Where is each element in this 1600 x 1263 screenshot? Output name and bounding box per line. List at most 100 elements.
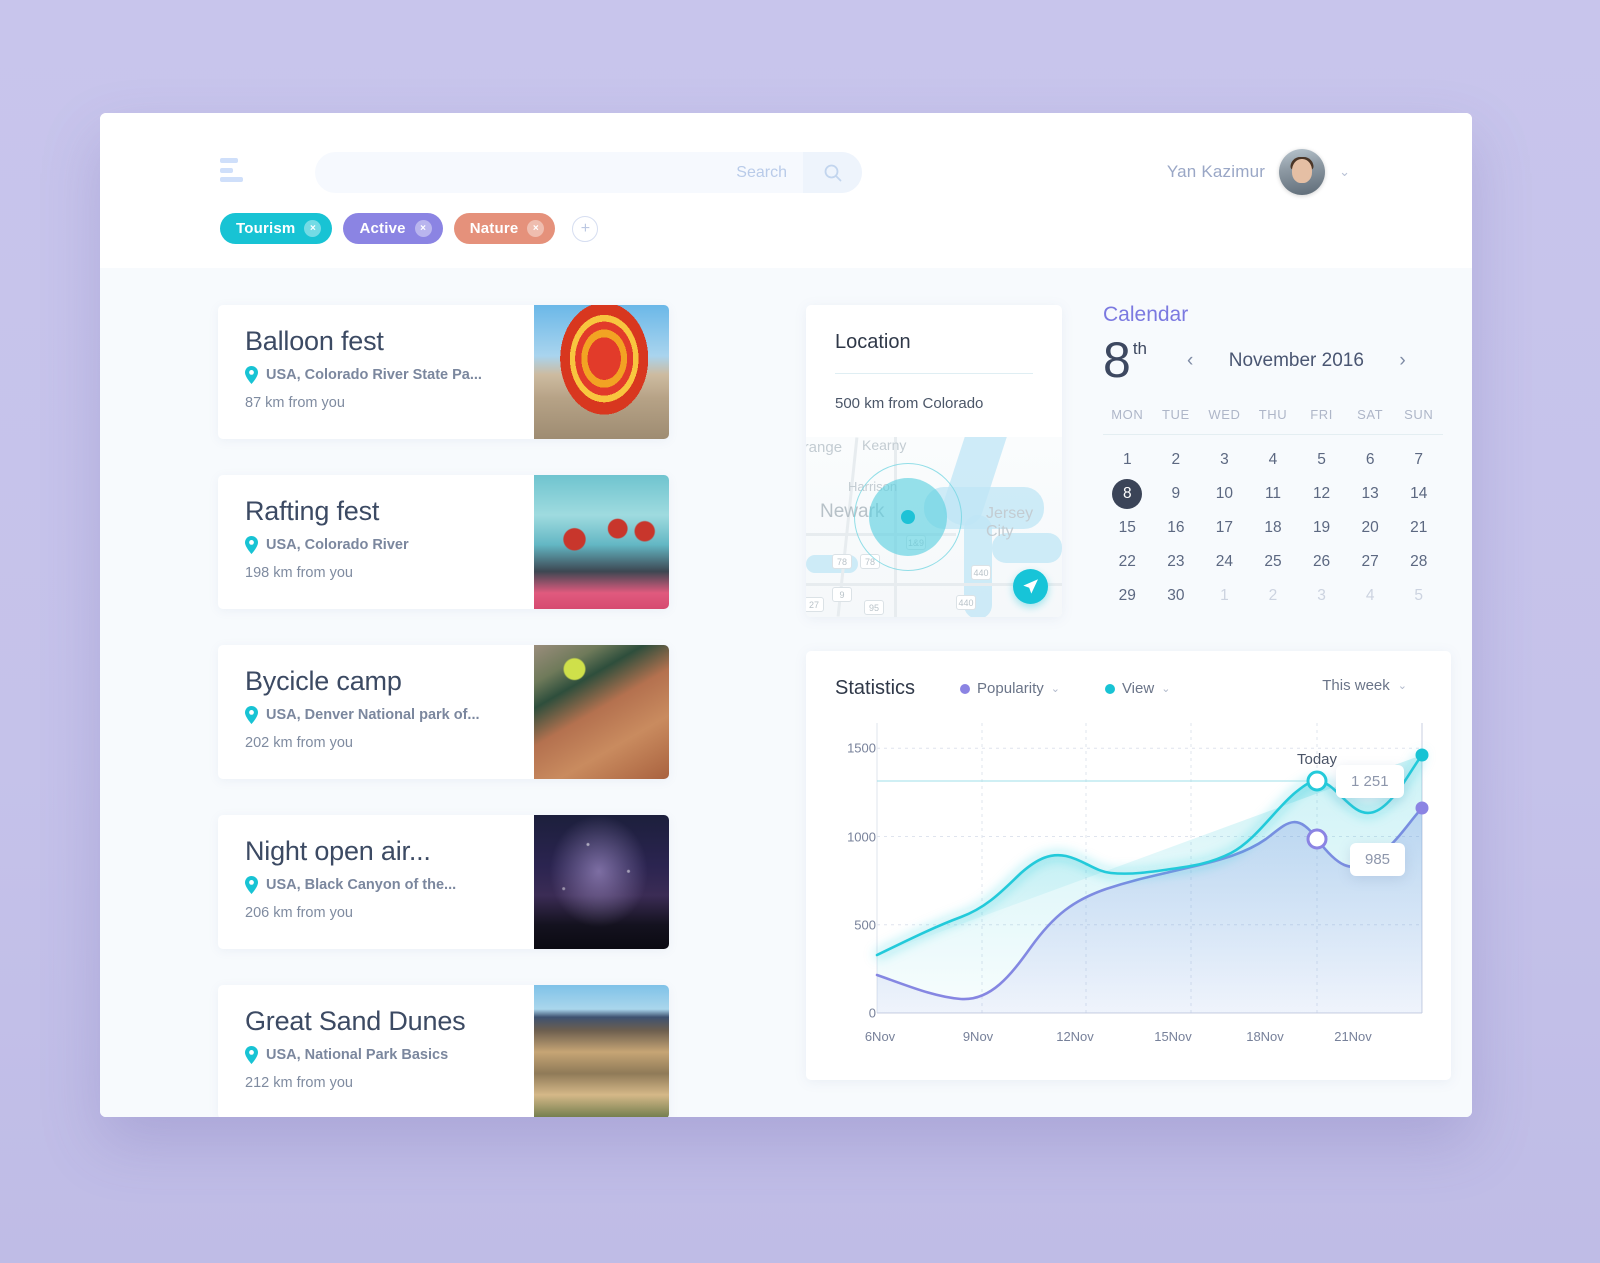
- calendar-day[interactable]: 18: [1249, 511, 1298, 545]
- tag-nature[interactable]: Nature ×: [453, 213, 556, 244]
- calendar-day-muted[interactable]: 2: [1249, 579, 1298, 613]
- event-title: Great Sand Dunes: [245, 1006, 466, 1036]
- calendar-day[interactable]: 6: [1346, 443, 1395, 477]
- add-tag-button[interactable]: +: [572, 215, 599, 242]
- hamburger-icon[interactable]: [220, 158, 246, 182]
- chevron-down-icon[interactable]: ⌄: [1398, 679, 1407, 692]
- calendar-day[interactable]: 26: [1297, 545, 1346, 579]
- event-location: USA, Denver National park of...: [245, 706, 534, 725]
- calendar-day[interactable]: 28: [1394, 545, 1443, 579]
- period-selector[interactable]: This week ⌄: [1322, 677, 1407, 694]
- event-photo-balloon: [534, 305, 669, 439]
- chevron-down-icon[interactable]: ⌄: [1051, 682, 1060, 695]
- x-tick: 9Nov: [962, 1029, 994, 1044]
- calendar-dow: SAT: [1357, 407, 1384, 422]
- calendar-day[interactable]: 23: [1152, 545, 1201, 579]
- period-label: This week: [1322, 677, 1390, 694]
- calendar-day[interactable]: 5: [1297, 443, 1346, 477]
- calendar-day[interactable]: 25: [1249, 545, 1298, 579]
- calendar-day[interactable]: 10: [1200, 477, 1249, 511]
- calendar-week-row: 8 9 10 11 12 13 14: [1103, 477, 1443, 511]
- calendar-day[interactable]: 22: [1103, 545, 1152, 579]
- legend-view[interactable]: View ⌄: [1104, 680, 1170, 697]
- user-menu[interactable]: Yan Kazimur ⌄: [1167, 149, 1350, 195]
- calendar-day[interactable]: 1: [1103, 443, 1152, 477]
- search-bar[interactable]: [315, 152, 862, 193]
- calendar-day-muted[interactable]: 3: [1297, 579, 1346, 613]
- calendar-day[interactable]: 20: [1346, 511, 1395, 545]
- calendar-day[interactable]: 11: [1249, 477, 1298, 511]
- search-icon: [824, 164, 841, 181]
- calendar-day[interactable]: 30: [1152, 579, 1201, 613]
- event-location: USA, National Park Basics: [245, 1046, 534, 1065]
- tag-active[interactable]: Active ×: [343, 213, 443, 244]
- calendar-day-muted[interactable]: 1: [1200, 579, 1249, 613]
- calendar-day-muted[interactable]: 5: [1394, 579, 1443, 613]
- today-annotation: Today: [1296, 751, 1338, 768]
- calendar-day[interactable]: 19: [1297, 511, 1346, 545]
- calendar-widget: Calendar 8 th ‹ November 2016 › MON TUE …: [1103, 303, 1443, 613]
- calendar-day[interactable]: 13: [1346, 477, 1395, 511]
- event-card[interactable]: Bycicle camp USA, Denver National park o…: [218, 645, 669, 779]
- search-button[interactable]: [803, 152, 862, 193]
- location-card-title: Location: [835, 331, 911, 353]
- statistics-chart: 0 500 1000 1500 Today 1 251 985 6Nov 9No…: [806, 713, 1451, 1080]
- calendar-day[interactable]: 9: [1152, 477, 1201, 511]
- legend-color-dot: [960, 683, 971, 694]
- calendar-day[interactable]: 4: [1249, 443, 1298, 477]
- chevron-down-icon[interactable]: ⌄: [1161, 682, 1170, 695]
- event-card[interactable]: Rafting fest USA, Colorado River 198 km …: [218, 475, 669, 609]
- tag-remove-icon[interactable]: ×: [304, 220, 322, 237]
- calendar-next-icon[interactable]: ›: [1399, 350, 1405, 372]
- calendar-day[interactable]: 7: [1394, 443, 1443, 477]
- calendar-day[interactable]: 2: [1152, 443, 1201, 477]
- calendar-dow-row: MON TUE WED THU FRI SAT SUN: [1103, 407, 1443, 434]
- calendar-day[interactable]: 27: [1346, 545, 1395, 579]
- calendar-day[interactable]: 16: [1152, 511, 1201, 545]
- calendar-prev-icon[interactable]: ‹: [1187, 350, 1193, 372]
- avatar: [1279, 149, 1326, 195]
- calendar-dow: SUN: [1404, 407, 1434, 422]
- map-shield: 440: [971, 565, 991, 580]
- calendar-day[interactable]: 17: [1200, 511, 1249, 545]
- calendar-day[interactable]: 29: [1103, 579, 1152, 613]
- x-tick: 21Nov: [1334, 1029, 1372, 1044]
- tag-remove-icon[interactable]: ×: [414, 220, 432, 237]
- tag-remove-icon[interactable]: ×: [527, 220, 545, 237]
- calendar-month-label: November 2016: [1228, 350, 1364, 371]
- calendar-day[interactable]: 12: [1297, 477, 1346, 511]
- event-card[interactable]: Balloon fest USA, Colorado River State P…: [218, 305, 669, 439]
- statistics-title: Statistics: [835, 677, 916, 699]
- search-input[interactable]: [315, 152, 803, 193]
- calendar-day[interactable]: 15: [1103, 511, 1152, 545]
- map-label: Jersey City: [986, 505, 1034, 540]
- calendar-day[interactable]: 14: [1394, 477, 1443, 511]
- popularity-marker-today: [1306, 828, 1328, 850]
- event-info: Night open air... USA, Black Canyon of t…: [218, 815, 534, 949]
- event-card[interactable]: Great Sand Dunes USA, National Park Basi…: [218, 985, 669, 1117]
- event-card[interactable]: Night open air... USA, Black Canyon of t…: [218, 815, 669, 949]
- event-location: USA, Black Canyon of the...: [245, 876, 534, 895]
- calendar-day[interactable]: 24: [1200, 545, 1249, 579]
- calendar-day-selected[interactable]: 8: [1103, 477, 1152, 511]
- legend-popularity[interactable]: Popularity ⌄: [960, 680, 1060, 697]
- locate-me-button[interactable]: [1013, 569, 1048, 604]
- map-label: Orange: [806, 439, 843, 456]
- tag-tourism[interactable]: Tourism ×: [220, 213, 333, 244]
- event-info: Great Sand Dunes USA, National Park Basi…: [218, 985, 534, 1117]
- chevron-down-icon[interactable]: ⌄: [1339, 164, 1350, 180]
- legend-label: View: [1121, 680, 1155, 697]
- location-card: Location 500 km from Colorado Orange Kea…: [806, 305, 1062, 617]
- calendar-day[interactable]: 21: [1394, 511, 1443, 545]
- calendar-day-suffix: th: [1132, 339, 1147, 358]
- calendar-day[interactable]: 3: [1200, 443, 1249, 477]
- view-value-tooltip: 1 251: [1336, 765, 1404, 798]
- map-view[interactable]: Orange Kearny Harrison Newark Jersey Cit…: [806, 437, 1062, 617]
- calendar-dow: FRI: [1310, 407, 1333, 422]
- calendar-dow: WED: [1208, 407, 1241, 422]
- event-location-text: USA, National Park Basics: [266, 1047, 449, 1064]
- location-distance: 500 km from Colorado: [835, 395, 984, 412]
- calendar-day-muted[interactable]: 4: [1346, 579, 1395, 613]
- popularity-endpoint: [1415, 801, 1429, 815]
- event-photo-bicycle: [534, 645, 669, 779]
